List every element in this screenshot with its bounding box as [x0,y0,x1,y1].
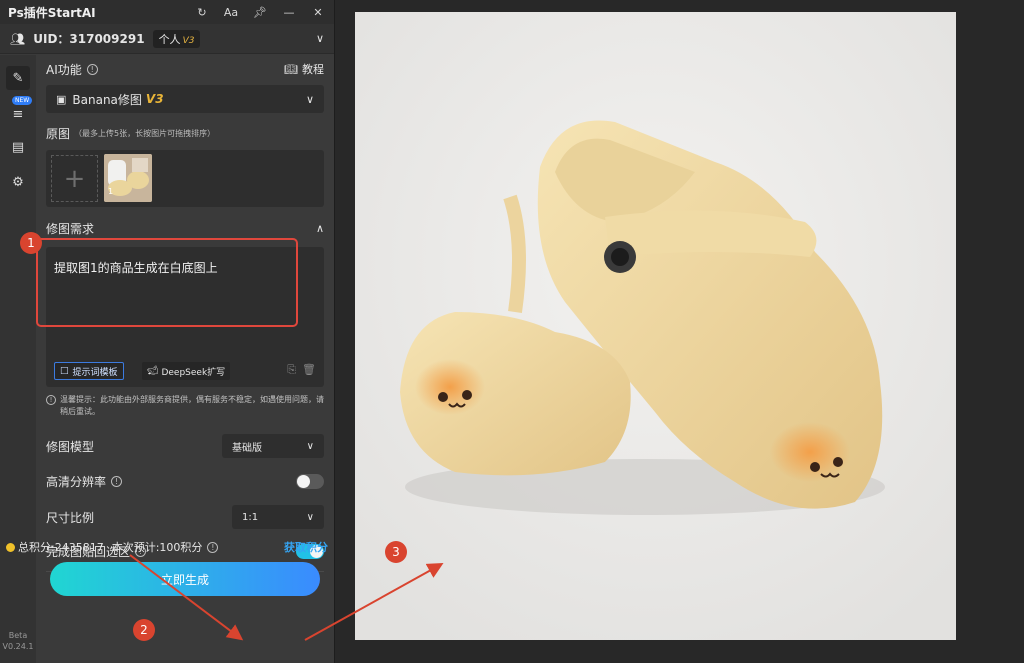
close-icon[interactable]: ✕ [310,4,326,20]
model-select[interactable]: 基础版 ∨ [222,434,324,458]
info-icon[interactable]: ! [86,63,98,75]
chevron-up-icon[interactable]: ∧ [316,222,324,235]
users-icon: 👥︎ [10,31,26,46]
total-points: 总积分:2435817 [18,541,104,554]
deepseek-label: DeepSeek扩写 [161,367,226,378]
chevron-down-icon: ∨ [305,92,314,106]
chevron-down-icon: ∨ [306,440,314,452]
annotation-box [36,238,298,327]
model-label: 修图模型 [46,439,95,454]
image-icon: ▣ [56,92,67,106]
chevron-down-icon[interactable]: ∨ [316,32,324,45]
book-icon: 📖︎ [284,62,298,76]
hd-toggle[interactable] [296,473,324,489]
document-canvas[interactable] [355,12,956,640]
ratio-value: 1:1 [242,511,259,523]
panel-titlebar: Ps插件StartAI ↻ Aa 📌︎ — ✕ [0,0,334,24]
points-bar: 总积分:2435817 本次预计:100积分 ! 获取积分 [6,538,328,556]
font-size-icon[interactable]: Aa [223,4,239,20]
deepseek-expand-button[interactable]: 🐋︎ DeepSeek扩写 [142,362,231,380]
ai-function-version: V3 [145,92,164,106]
tutorial-link[interactable]: 📖︎ 教程 [284,61,324,77]
upload-area: + 1 [46,150,324,207]
ratio-field: 尺寸比例 1:1 ∨ [46,505,324,529]
version-number: V0.24.1 [2,642,34,651]
generate-button[interactable]: 立即生成 [50,562,320,596]
ai-function-label: AI功能 [46,62,82,77]
prompt-template-button[interactable]: □ 提示词模板 [54,362,124,380]
ratio-select[interactable]: 1:1 ∨ [232,505,324,529]
toggle-knob [297,474,310,488]
plan-badge: 个人 V3 [152,29,201,48]
tutorial-label: 教程 [302,63,324,76]
pin-icon[interactable]: 📌︎ [252,4,268,20]
layers-icon[interactable]: ≡ [6,102,30,126]
ratio-label: 尺寸比例 [46,510,95,525]
chevron-down-icon: ∨ [306,511,314,523]
get-points-link[interactable]: 获取积分 [284,539,328,555]
ai-function-select[interactable]: ▣ Banana修图 V3 ∨ [46,85,324,113]
thumbnail-index: 1 [108,187,114,196]
plan-name: 个人 [158,32,181,46]
refresh-icon[interactable]: ↻ [194,4,210,20]
info-icon: ! [46,395,56,405]
add-image-button[interactable]: + [51,155,98,202]
deepseek-icon: 🐋︎ [147,366,159,376]
version-beta: Beta [8,631,28,640]
estimated-cost: 本次预计:100积分 [111,541,203,554]
notes-icon[interactable]: ▤ [6,135,30,159]
service-hint-text: 温馨提示：此功能由外部服务商提供，偶有服务不稳定，如遇使用问题，请稍后重试。 [60,395,324,416]
coin-icon [6,542,15,552]
template-icon: □ [60,366,69,376]
info-icon[interactable]: ! [207,541,219,553]
canvas-image [355,12,956,640]
uid-label: UID：317009291 [33,32,145,46]
minimize-icon[interactable]: — [281,4,297,20]
hd-label: 高清分辨率 [46,474,107,489]
settings-gear-icon[interactable]: ⚙ [6,170,30,194]
info-icon[interactable]: ! [111,475,123,487]
annotation-marker-2: 2 [133,619,155,641]
model-field: 修图模型 基础版 ∨ [46,434,324,458]
textarea-tools: ⎘ 🗑︎ [287,363,316,377]
panel-sidebar: ✎ NEW ≡ ▤ ⚙ Beta V0.24.1 [0,55,36,663]
prompt-template-label: 提示词模板 [72,367,118,378]
edit-icon[interactable]: ✎ [6,66,30,90]
annotation-marker-1: 1 [20,232,42,254]
source-note: （最多上传5张，长按图片可拖拽排序） [74,128,216,138]
copy-icon[interactable]: ⎘ [287,363,296,376]
service-hint: ! 温馨提示：此功能由外部服务商提供，偶有服务不稳定，如遇使用问题，请稍后重试。 [46,394,324,418]
source-header: 原图 （最多上传5张，长按图片可拖拽排序） [46,123,324,143]
requirement-label: 修图需求 [46,221,95,236]
ai-function-value: Banana修图 [72,92,142,107]
plugin-panel: Ps插件StartAI ↻ Aa 📌︎ — ✕ 👥︎ UID：317009291… [0,0,335,663]
requirement-header: 修图需求 ∧ [46,218,324,238]
panel-title: Ps插件StartAI [8,5,96,20]
model-value: 基础版 [232,442,262,454]
hd-field: 高清分辨率 ! [46,469,324,493]
source-label: 原图 [46,126,71,141]
ai-function-header: AI功能 ! 📖︎ 教程 [46,59,324,79]
plan-version: V3 [182,35,195,46]
trash-icon[interactable]: 🗑︎ [302,363,316,376]
annotation-marker-3: 3 [385,541,407,563]
user-bar[interactable]: 👥︎ UID：317009291 个人 V3 ∨ [0,24,334,54]
